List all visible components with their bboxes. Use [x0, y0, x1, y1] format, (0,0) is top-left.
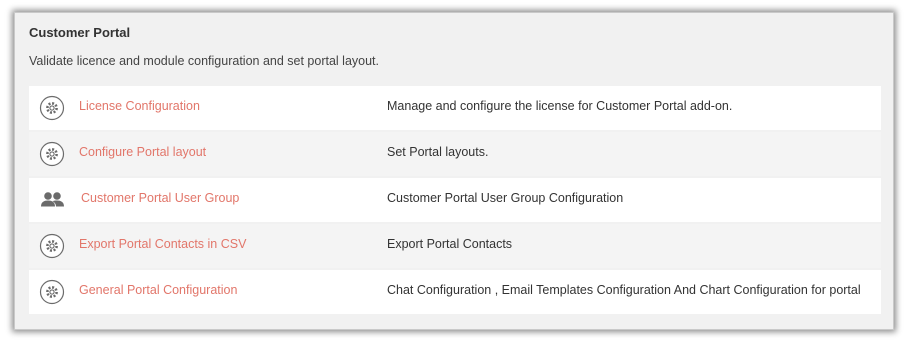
- customer-portal-user-group-description: Customer Portal User Group Configuration: [387, 191, 624, 205]
- configure-portal-layout-link[interactable]: Configure Portal layout: [79, 145, 206, 159]
- panel-description: Validate licence and module configuratio…: [29, 54, 379, 68]
- gear-circle-icon[interactable]: [39, 233, 65, 259]
- license-configuration-link[interactable]: License Configuration: [79, 99, 200, 113]
- customer-portal-user-group-link[interactable]: Customer Portal User Group: [81, 191, 239, 205]
- gear-circle-icon[interactable]: [39, 95, 65, 121]
- list-item-general-portal-configuration: General Portal Configuration Chat Config…: [29, 270, 881, 314]
- list-item-license-configuration: License Configuration Manage and configu…: [29, 86, 881, 130]
- export-portal-contacts-link[interactable]: Export Portal Contacts in CSV: [79, 237, 246, 251]
- list-item-configure-portal-layout: Configure Portal layout Set Portal layou…: [29, 132, 881, 176]
- users-icon[interactable]: [39, 187, 65, 213]
- customer-portal-panel: Customer Portal Validate licence and mod…: [14, 12, 894, 330]
- general-portal-configuration-link[interactable]: General Portal Configuration: [79, 283, 237, 297]
- panel-title: Customer Portal: [29, 25, 131, 40]
- configure-portal-layout-description: Set Portal layouts.: [387, 145, 489, 159]
- gear-circle-icon[interactable]: [39, 141, 65, 167]
- general-portal-configuration-description: Chat Configuration , Email Templates Con…: [387, 283, 861, 297]
- gear-circle-icon[interactable]: [39, 279, 65, 305]
- settings-list: License Configuration Manage and configu…: [29, 86, 881, 316]
- license-configuration-description: Manage and configure the license for Cus…: [387, 99, 733, 113]
- export-portal-contacts-description: Export Portal Contacts: [387, 237, 513, 251]
- list-item-customer-portal-user-group: Customer Portal User Group Customer Port…: [29, 178, 881, 222]
- list-item-export-portal-contacts: Export Portal Contacts in CSV Export Por…: [29, 224, 881, 268]
